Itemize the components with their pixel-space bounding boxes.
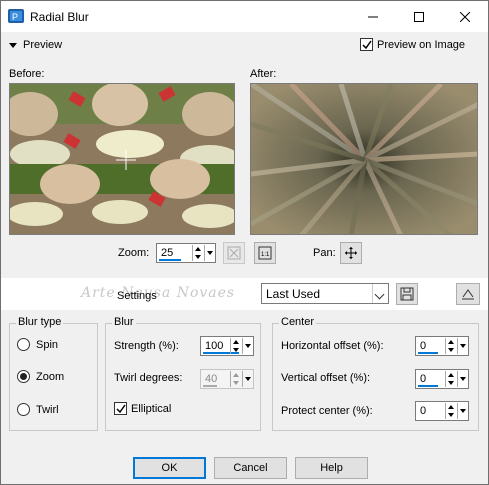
blur-type-spin-radio[interactable]: Spin — [17, 338, 58, 351]
move-icon — [345, 247, 357, 259]
preview-toggle[interactable]: Preview — [9, 39, 62, 51]
save-icon — [400, 287, 414, 301]
strength-label: Strength (%): — [114, 340, 179, 352]
blur-group: Blur Strength (%): 100 Twirl degrees: 40… — [105, 316, 261, 431]
cancel-button[interactable]: Cancel — [214, 457, 287, 479]
before-preview-image[interactable] — [9, 83, 235, 235]
zoom-input[interactable]: 25 — [156, 243, 216, 263]
zoom-spinner[interactable] — [192, 245, 203, 261]
vertical-offset-dropdown[interactable] — [457, 371, 467, 387]
vertical-offset-slider-track[interactable] — [418, 385, 438, 387]
after-label: After: — [250, 68, 277, 80]
vertical-offset-input[interactable]: 0 — [415, 369, 469, 389]
twirl-degrees-label: Twirl degrees: — [114, 372, 183, 384]
radio-selected-dot — [20, 373, 27, 380]
horizontal-offset-slider-track[interactable] — [418, 352, 438, 354]
window-title: Radial Blur — [30, 10, 89, 24]
blur-type-title: Blur type — [16, 316, 64, 328]
radial-blur-dialog: P Radial Blur Preview Preview on Image B… — [0, 0, 489, 485]
horizontal-offset-label: Horizontal offset (%): — [281, 340, 384, 352]
reset-button[interactable] — [456, 283, 480, 305]
preview-label: Preview — [23, 39, 63, 51]
vertical-offset-label: Vertical offset (%): — [281, 372, 371, 384]
strength-value: 100 — [205, 340, 224, 352]
watermark-text: Arte Neusa Novaes — [81, 285, 236, 301]
chevron-down-icon[interactable] — [372, 284, 388, 303]
horizontal-offset-spinner[interactable] — [445, 338, 456, 354]
radio-button[interactable] — [17, 338, 30, 351]
spin-label: Spin — [36, 338, 59, 351]
horizontal-offset-value: 0 — [420, 340, 427, 352]
twirl-degrees-value: 40 — [205, 373, 218, 385]
zoom-dropdown[interactable] — [204, 245, 214, 261]
maximize-button[interactable] — [396, 1, 442, 32]
svg-text:P: P — [12, 12, 18, 22]
actual-size-icon: 1:1 — [258, 246, 272, 260]
close-icon — [460, 11, 470, 22]
minimize-button[interactable] — [350, 1, 396, 32]
blur-type-group: Blur type Spin Zoom Twirl — [9, 316, 98, 431]
twirl-dropdown[interactable] — [242, 371, 252, 387]
minimize-icon — [368, 16, 378, 17]
twirl-label: Twirl — [36, 403, 59, 416]
after-preview-image[interactable] — [250, 83, 478, 235]
strength-dropdown[interactable] — [242, 338, 252, 354]
protect-center-spinner[interactable] — [445, 403, 456, 419]
zoom-label: Zoom: — [118, 247, 150, 259]
protect-center-input[interactable]: 0 — [415, 401, 469, 421]
blur-type-twirl-radio[interactable]: Twirl — [17, 403, 59, 416]
reset-icon — [462, 289, 474, 300]
horizontal-offset-dropdown[interactable] — [457, 338, 467, 354]
title-bar[interactable]: P Radial Blur — [1, 1, 488, 32]
twirl-degrees-input[interactable]: 40 — [200, 369, 254, 389]
center-title: Center — [279, 316, 317, 328]
zoom-type-label: Zoom — [36, 370, 65, 383]
zoom-fit-button[interactable] — [223, 242, 245, 264]
help-button[interactable]: Help — [295, 457, 368, 479]
before-label: Before: — [9, 68, 45, 80]
pan-label: Pan: — [313, 247, 336, 259]
checkmark-icon — [115, 404, 126, 413]
checkbox-box[interactable] — [360, 38, 373, 51]
save-preset-button[interactable] — [396, 283, 418, 305]
strength-input[interactable]: 100 — [200, 336, 254, 356]
settings-preset-dropdown[interactable]: Last Used — [261, 283, 389, 304]
collapse-triangle-icon — [9, 42, 17, 48]
blur-type-zoom-radio[interactable]: Zoom — [17, 370, 64, 383]
protect-center-label: Protect center (%): — [281, 405, 373, 417]
twirl-slider-track[interactable] — [203, 385, 217, 387]
vertical-offset-spinner[interactable] — [445, 371, 456, 387]
checkbox-box[interactable] — [114, 402, 127, 415]
preview-on-image-label: Preview on Image — [377, 38, 466, 51]
zoom-value: 25 — [161, 247, 174, 259]
zoom-actual-size-button[interactable]: 1:1 — [254, 242, 276, 264]
protect-center-dropdown[interactable] — [457, 403, 467, 419]
settings-label: Settings — [117, 290, 157, 302]
app-icon: P — [8, 9, 24, 23]
zoom-fit-icon — [227, 246, 241, 260]
horizontal-offset-input[interactable]: 0 — [415, 336, 469, 356]
checkmark-icon — [361, 40, 372, 49]
preset-value: Last Used — [266, 287, 321, 301]
elliptical-checkbox[interactable]: Elliptical — [114, 402, 171, 415]
close-button[interactable] — [442, 1, 488, 32]
twirl-spinner[interactable] — [230, 371, 241, 387]
radio-button[interactable] — [17, 370, 30, 383]
maximize-icon — [414, 11, 424, 22]
vertical-offset-value: 0 — [420, 373, 427, 385]
protect-center-value: 0 — [420, 405, 427, 417]
before-image-content — [10, 84, 234, 234]
elliptical-label: Elliptical — [131, 402, 172, 415]
svg-text:1:1: 1:1 — [261, 252, 270, 258]
center-group: Center Horizontal offset (%): 0 Vertical… — [272, 316, 479, 431]
blur-title: Blur — [112, 316, 136, 328]
ok-button[interactable]: OK — [133, 457, 206, 479]
radio-button[interactable] — [17, 403, 30, 416]
zoom-slider-track[interactable] — [159, 259, 181, 261]
strength-spinner[interactable] — [230, 338, 241, 354]
after-image-content — [251, 84, 477, 234]
pan-button[interactable] — [340, 242, 362, 264]
preview-on-image-checkbox[interactable]: Preview on Image — [360, 38, 465, 51]
